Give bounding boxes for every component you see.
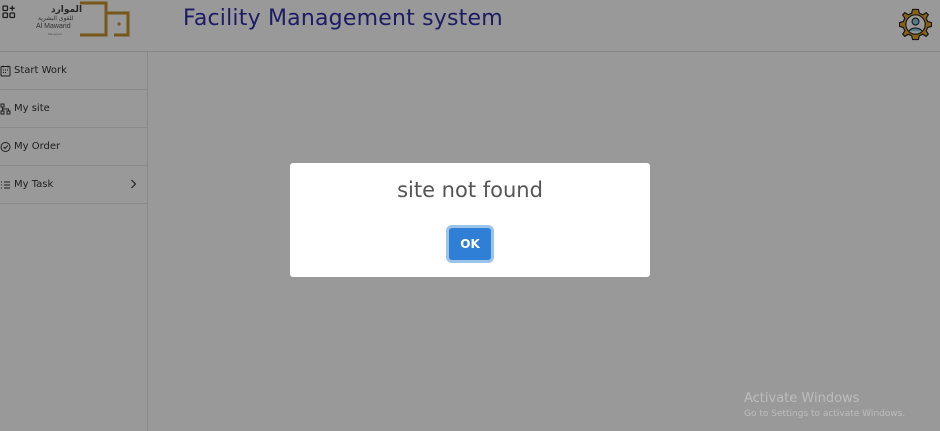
activation-watermark-title: Activate Windows: [744, 391, 860, 406]
activation-watermark-text: Go to Settings to activate Windows.: [744, 409, 906, 419]
alert-dialog: site not found OK: [290, 163, 650, 277]
ok-button[interactable]: OK: [449, 228, 491, 260]
alert-message: site not found: [397, 178, 543, 202]
